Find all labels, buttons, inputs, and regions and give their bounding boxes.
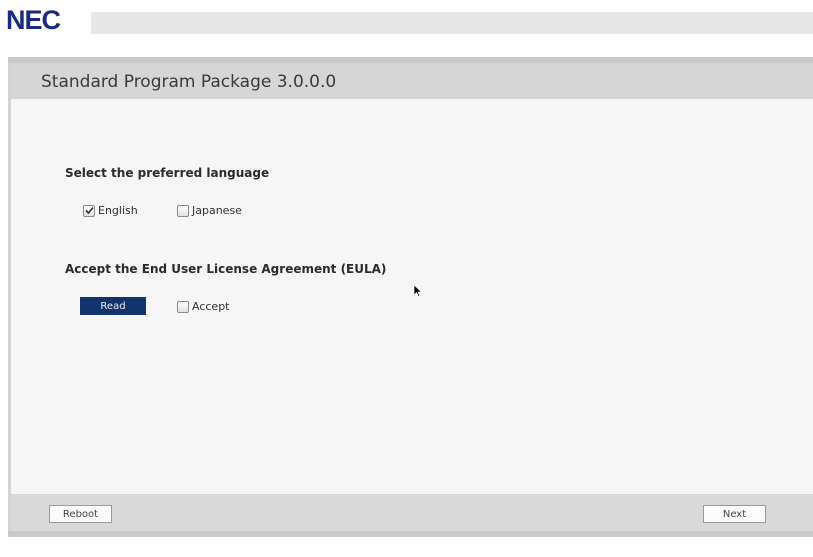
- page-title: Standard Program Package 3.0.0.0: [41, 72, 337, 92]
- title-bar: Standard Program Package 3.0.0.0: [11, 63, 813, 99]
- next-button[interactable]: Next: [703, 505, 766, 523]
- accept-checkbox-box[interactable]: [177, 300, 189, 313]
- footer-bar: Reboot Next: [11, 494, 813, 531]
- mouse-pointer-icon: [413, 284, 423, 298]
- accept-label: Accept: [192, 300, 230, 313]
- english-label: English: [98, 204, 138, 217]
- japanese-checkbox[interactable]: Japanese: [177, 204, 242, 217]
- check-icon: [84, 206, 94, 215]
- nec-logo: NEC: [6, 5, 61, 35]
- english-checkbox-box[interactable]: [83, 204, 95, 217]
- language-section-heading: Select the preferred language: [65, 166, 270, 180]
- eula-section-heading: Accept the End User License Agreement (E…: [65, 262, 387, 276]
- reboot-button[interactable]: Reboot: [49, 505, 112, 523]
- japanese-checkbox-box[interactable]: [177, 204, 189, 217]
- header-strip: [91, 12, 813, 34]
- japanese-label: Japanese: [192, 204, 242, 217]
- accept-eula-checkbox[interactable]: Accept: [177, 300, 230, 313]
- frame-bottom-border: [8, 531, 813, 537]
- english-checkbox[interactable]: English: [83, 204, 138, 217]
- read-eula-button[interactable]: Read: [80, 297, 146, 315]
